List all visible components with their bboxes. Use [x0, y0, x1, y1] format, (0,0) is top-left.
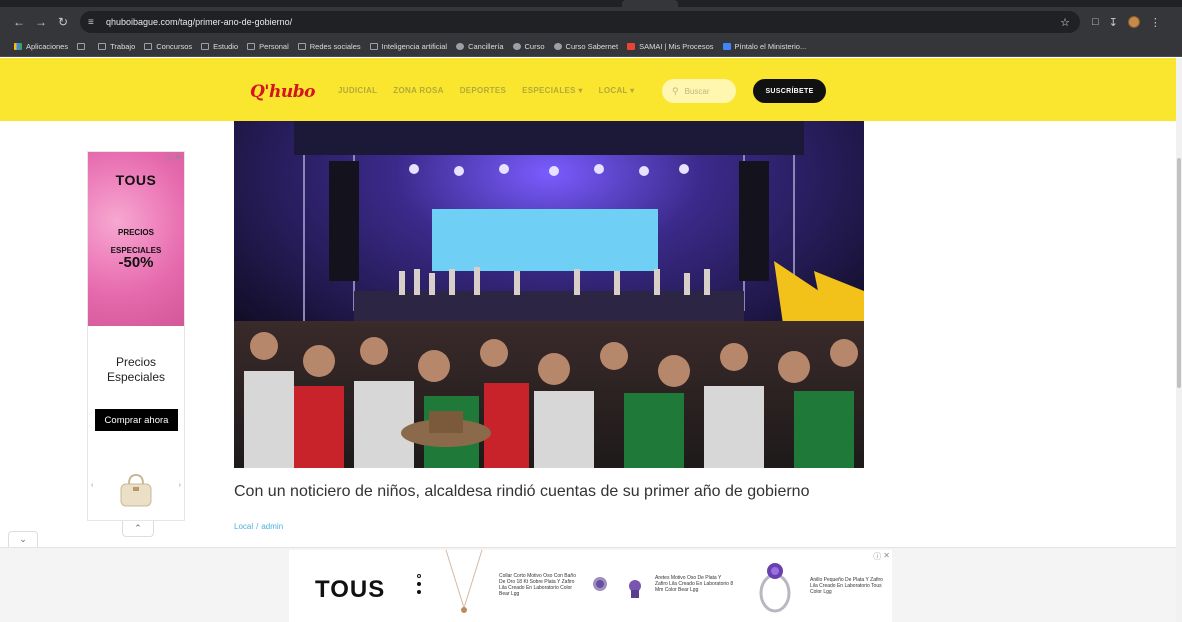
apps-grid-icon [14, 43, 22, 50]
ad-choices[interactable]: ⓘ ✕ [873, 551, 890, 562]
search-input[interactable] [684, 86, 731, 96]
nav-deportes[interactable]: DEPORTES [460, 86, 506, 95]
browser-window: { "browser": { "url": "qhuboibague.com/t… [0, 0, 1182, 622]
bookmark-folder-trabajo[interactable]: Trabajo [98, 42, 135, 51]
article-author-link[interactable]: admin [261, 522, 283, 531]
site-logo[interactable]: Q'hubo [250, 82, 315, 102]
url-text[interactable]: qhuboibague.com/tag/primer-ano-de-gobier… [106, 17, 292, 27]
sabernet-favicon-icon [553, 43, 562, 50]
folder-icon [201, 43, 210, 50]
article-headline[interactable]: Con un noticiero de niños, alcaldesa rin… [234, 483, 809, 501]
ad-promo-line1: PRECIOS [117, 228, 154, 237]
nav-judicial[interactable]: JUDICIAL [338, 86, 377, 95]
browser-toolbar: ← → ↻ ≡ qhuboibague.com/tag/primer-ano-d… [0, 7, 1182, 37]
bookmarks-bar: Aplicaciones Trabajo Concursos Estudio P… [0, 37, 1182, 57]
profile-avatar[interactable] [1127, 16, 1140, 28]
bookmark-star-icon[interactable]: ☆ [1060, 16, 1070, 29]
grid-icon [77, 43, 86, 50]
ad-close-icon[interactable]: ✕ [883, 551, 890, 562]
carousel-prev-icon[interactable]: ‹ [91, 482, 93, 489]
address-bar[interactable]: ≡ qhuboibague.com/tag/primer-ano-de-gobi… [80, 11, 1080, 33]
chevron-down-icon[interactable]: ⌄ [8, 531, 38, 547]
bookmark-folder-redes[interactable]: Redes sociales [297, 42, 361, 51]
ad-tagline-line2: Especiales [106, 370, 166, 384]
cancilleria-favicon-icon [456, 43, 465, 50]
carousel-dot[interactable] [417, 590, 421, 594]
bookmark-folder-personal[interactable]: Personal [247, 42, 289, 51]
main-nav: JUDICIAL ZONA ROSA DEPORTES ESPECIALES ▾… [338, 86, 634, 95]
search-icon[interactable]: ⚲ [672, 86, 679, 97]
ad-choices[interactable]: ⓘ ✕ [165, 153, 181, 164]
subscribe-button[interactable]: SUSCRÍBETE [753, 79, 826, 103]
ad-brand: TOUS [115, 172, 157, 188]
meta-separator: / [256, 522, 259, 531]
ad-info-icon[interactable]: ⓘ [165, 153, 173, 164]
menu-kebab-icon[interactable]: ⋮ [1150, 16, 1161, 29]
bookmark-curso-sabernet[interactable]: Curso Sabernet [553, 42, 618, 51]
left-ad-banner[interactable]: ⓘ ✕ TOUS PRECIOS ESPECIALES -50% Precios E… [87, 151, 185, 521]
nav-zona-rosa[interactable]: ZONA ROSA [393, 86, 443, 95]
folder-icon [144, 43, 153, 50]
bookmark-folder-concursos[interactable]: Concursos [144, 42, 192, 51]
forward-arrow-icon[interactable]: → [32, 13, 50, 31]
concert-photo [234, 121, 864, 468]
search-box[interactable]: ⚲ [662, 79, 736, 103]
article-hero-image[interactable] [234, 121, 864, 468]
bookmark-folder-ia[interactable]: Inteligencia artificial [369, 42, 447, 51]
pintalo-favicon-icon [722, 43, 731, 50]
carousel-dot[interactable] [417, 574, 421, 578]
reload-icon[interactable]: ↻ [54, 13, 72, 31]
bookmark-cancilleria[interactable]: Cancillería [456, 42, 504, 51]
ring-image[interactable] [755, 555, 795, 615]
nav-especiales[interactable]: ESPECIALES ▾ [522, 86, 583, 95]
bookmark-samai[interactable]: SAMAI | Mis Procesos [627, 42, 714, 51]
ad-info-icon[interactable]: ⓘ [873, 551, 881, 562]
necklace-image[interactable] [444, 550, 484, 622]
nav-local[interactable]: LOCAL ▾ [599, 86, 635, 95]
downloads-icon[interactable]: ↧ [1109, 16, 1118, 29]
ad-product-2[interactable]: Aretes Motivo Oso De Plata Y Zafiro Lila… [655, 575, 735, 593]
site-settings-icon[interactable]: ≡ [88, 17, 102, 28]
bottom-ad-banner[interactable]: TOUS Collar Corto Motivo Oso Con Baño De… [289, 550, 892, 622]
samai-favicon-icon [627, 43, 636, 50]
scrollbar-thumb[interactable] [1177, 158, 1181, 388]
ad-promo-discount: -50% [118, 254, 154, 271]
ad-product-1[interactable]: Collar Corto Motivo Oso Con Baño De Oro … [499, 573, 583, 597]
bookmark-curso[interactable]: Curso [512, 42, 545, 51]
ad-close-icon[interactable]: ✕ [174, 153, 181, 164]
page-scrollbar[interactable] [1176, 58, 1182, 622]
article-category-link[interactable]: Local [234, 522, 253, 531]
bookmark-folder-estudio[interactable]: Estudio [201, 42, 238, 51]
back-arrow-icon[interactable]: ← [10, 13, 28, 31]
ad-bottom-brand: TOUS [315, 576, 386, 603]
carousel-dot[interactable] [417, 582, 421, 586]
ad-collapse-chevron-up-icon[interactable]: ⌃ [122, 521, 154, 537]
ad-tagline: Precios Especiales [88, 355, 184, 385]
extensions-icon[interactable]: □ [1092, 16, 1099, 28]
active-tab[interactable] [622, 0, 678, 7]
bookmark-apps[interactable]: Aplicaciones [14, 42, 68, 51]
ad-buy-now-button[interactable]: Comprar ahora [95, 409, 178, 431]
folder-icon [297, 43, 306, 50]
tab-strip [0, 0, 1182, 7]
folder-icon [369, 43, 378, 50]
handbag-icon[interactable] [116, 472, 156, 510]
ad-product-3[interactable]: Anillo Pequeño De Plata Y Zafiro Lila Cr… [810, 577, 888, 595]
folder-icon [247, 43, 256, 50]
earrings-image[interactable] [585, 572, 655, 602]
article-meta: Local / admin [234, 522, 283, 531]
carousel-dots[interactable] [416, 574, 422, 594]
bookmark-pintalo[interactable]: Píntalo el Ministerio... [722, 42, 806, 51]
curso-favicon-icon [512, 43, 521, 50]
carousel-next-icon[interactable]: › [179, 482, 181, 489]
folder-icon [98, 43, 107, 50]
bookmark-grid[interactable] [77, 43, 89, 50]
ad-tagline-line1: Precios [115, 355, 156, 369]
